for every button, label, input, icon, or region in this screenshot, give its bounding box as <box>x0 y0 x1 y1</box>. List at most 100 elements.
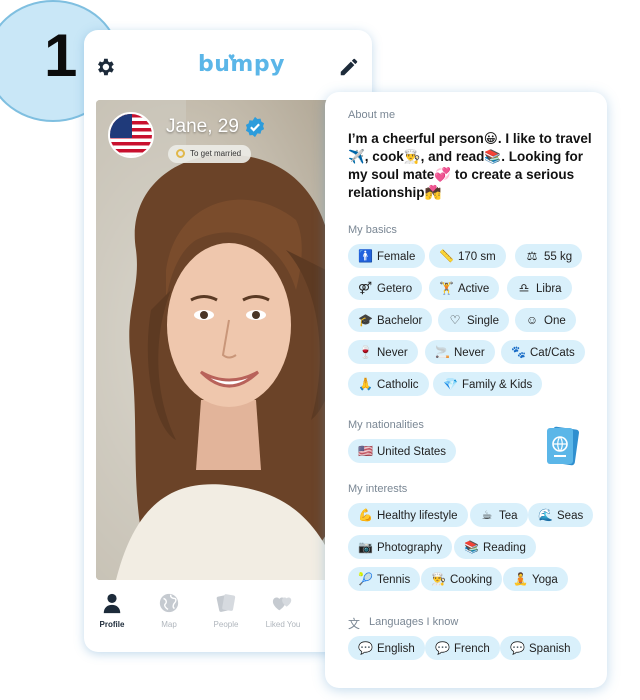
chip-text: Tea <box>499 510 518 522</box>
person-icon <box>103 593 121 614</box>
chip-text: Yoga <box>532 574 558 586</box>
step-number: 1 <box>44 22 78 89</box>
cigarette-icon: 🚬 <box>435 345 450 359</box>
tab-liked-you[interactable]: Liked You <box>255 592 311 629</box>
chip-text: Reading <box>483 542 526 554</box>
interest-chip: 📚 Reading <box>454 535 536 559</box>
basic-chip: 🎓 Bachelor <box>348 308 433 332</box>
camera-icon: 📷 <box>358 540 373 554</box>
ring-icon <box>176 149 185 158</box>
chip-text: Tennis <box>377 574 411 586</box>
us-flag-icon: 🇺🇸 <box>358 444 373 458</box>
chip-text: 55 kg <box>544 251 573 263</box>
app-logo: bumpy <box>198 52 285 77</box>
ruler-icon: 📏 <box>439 249 454 263</box>
chip-text: Seas <box>557 510 584 522</box>
interest-chip: 👨‍🍳 Cooking <box>421 567 503 591</box>
my-nationalities-label: My nationalities <box>348 419 424 431</box>
chip-text: Never <box>454 347 485 359</box>
verified-badge-icon <box>245 116 265 138</box>
chip-text: Getero <box>377 283 413 295</box>
libra-icon: ♎ <box>518 281 530 295</box>
tab-profile-label: Profile <box>99 620 125 629</box>
heart-outline-icon: ♡ <box>449 313 461 327</box>
basic-chip: ♡ Single <box>438 308 509 332</box>
profile-details-panel: About me I’m a cheerful person😀. I like … <box>325 92 607 688</box>
interest-chip: 💪 Healthy lifestyle <box>348 503 468 527</box>
dumbbell-icon: 🏋 <box>439 281 454 295</box>
chip-text: One <box>544 315 566 327</box>
interest-chip: 🌊 Seas <box>528 503 594 527</box>
translate-icon: 文 <box>348 617 361 631</box>
chip-text: Active <box>458 283 490 295</box>
profile-photo[interactable]: Jane, 29 To get married <box>96 100 360 580</box>
cards-icon <box>216 594 236 612</box>
logo-heart-icon: ♥ <box>228 50 236 64</box>
chip-text: Photography <box>377 542 443 554</box>
basic-chip: 🚬 Never <box>425 340 495 364</box>
app-header: bumpy ♥ <box>84 30 372 100</box>
chip-text: Cat/Cats <box>530 347 575 359</box>
chef-icon: 👨‍🍳 <box>431 572 446 586</box>
interest-chip: 📷 Photography <box>348 535 453 559</box>
chip-text: 170 sm <box>458 251 496 263</box>
passport-icon <box>547 426 579 466</box>
speech-bubble-icon: 💬 <box>435 641 450 655</box>
chip-text: Female <box>377 251 416 263</box>
relationship-goal-badge: To get married <box>168 145 252 163</box>
chip-text: English <box>377 643 415 655</box>
us-flag-icon <box>108 112 154 158</box>
basic-chip: 🏋 Active <box>429 276 500 300</box>
languages-label: Languages I know <box>369 616 459 628</box>
basic-chip: ☺ One <box>515 308 576 332</box>
globe-icon <box>159 593 179 613</box>
relationship-goal-text: To get married <box>190 149 242 158</box>
language-chip: 💬 Spanish <box>500 636 581 660</box>
interest-chip: 🧘 Yoga <box>503 567 568 591</box>
prayer-icon: 🙏 <box>358 377 373 391</box>
tab-liked-you-label: Liked You <box>265 620 301 629</box>
diamond-icon: 💎 <box>443 377 458 391</box>
wave-icon: 🌊 <box>538 508 553 522</box>
basic-chip: ♎ Libra <box>507 276 572 300</box>
edit-pencil-icon[interactable] <box>338 56 360 78</box>
orientation-icon: ⚤ <box>358 281 373 295</box>
child-face-icon: ☺ <box>525 313 539 327</box>
tab-people[interactable]: People <box>198 592 254 629</box>
chip-text: Single <box>467 315 499 327</box>
basic-chip: 📏 170 sm <box>429 244 506 268</box>
language-chip: 💬 English <box>348 636 425 660</box>
tab-profile[interactable]: Profile <box>84 592 140 629</box>
chip-text: Family & Kids <box>462 379 533 391</box>
basic-chip: 🙏 Catholic <box>348 372 429 396</box>
basic-chip: 🍷 Never <box>348 340 418 364</box>
yoga-icon: 🧘 <box>513 572 528 586</box>
tab-map-label: Map <box>161 620 177 629</box>
chip-text: Healthy lifestyle <box>377 510 458 522</box>
interest-chip: ☕ Tea <box>470 503 528 527</box>
basic-chip: 🚹 Female <box>348 244 426 268</box>
hearts-icon <box>272 597 292 611</box>
tea-icon: ☕ <box>481 508 493 522</box>
about-me-label: About me <box>348 109 396 121</box>
speech-bubble-icon: 💬 <box>510 641 525 655</box>
my-basics-label: My basics <box>348 224 397 236</box>
nationality-chip: 🇺🇸 United States <box>348 439 457 463</box>
basic-chip: ⚤ Getero <box>348 276 423 300</box>
speech-bubble-icon: 💬 <box>358 641 373 655</box>
chip-text: French <box>454 643 490 655</box>
scale-icon: ⚖ <box>526 249 538 263</box>
chip-text: Spanish <box>529 643 571 655</box>
chip-text: Bachelor <box>377 315 423 327</box>
stage: 1 bumpy ♥ Jane, 29 To get married Profil… <box>0 0 640 700</box>
books-icon: 📚 <box>464 540 479 554</box>
my-interests-label: My interests <box>348 483 408 495</box>
flexed-arm-icon: 💪 <box>358 508 373 522</box>
chip-text: Cooking <box>450 574 493 586</box>
paw-icon: 🐾 <box>511 345 526 359</box>
tab-map[interactable]: Map <box>141 592 197 629</box>
gear-icon[interactable] <box>94 56 116 78</box>
basic-chip: 💎 Family & Kids <box>433 372 543 396</box>
about-me-text: I’m a cheerful person😀. I like to travel… <box>348 131 592 200</box>
chip-text: Catholic <box>377 379 419 391</box>
